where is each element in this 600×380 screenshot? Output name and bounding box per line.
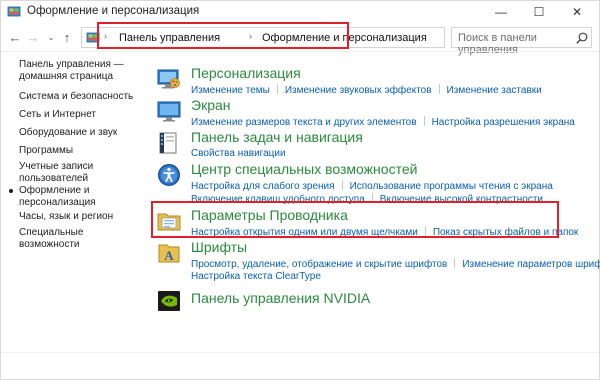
- breadcrumb-separator-icon[interactable]: ›: [408, 31, 411, 41]
- nvidia-control-panel-link[interactable]: Панель управления NVIDIA: [191, 290, 370, 306]
- active-item-bullet-icon: [9, 189, 13, 193]
- group-taskbar: Панель задач и навигация Свойства навига…: [151, 129, 591, 161]
- svg-text:A: A: [164, 248, 174, 263]
- link-separator: [423, 116, 425, 126]
- sidebar-item-label[interactable]: Учетные записи: [19, 161, 141, 173]
- link-separator: [341, 180, 343, 190]
- sidebar-item-clock-region[interactable]: Часы, язык и регион: [19, 211, 141, 223]
- up-button[interactable]: ↑: [59, 29, 75, 45]
- search-placeholder: Поиск в панели управления: [458, 32, 537, 56]
- taskbar-icon: [159, 132, 177, 154]
- low-vision-link[interactable]: Настройка для слабого зрения: [191, 181, 335, 192]
- back-button[interactable]: ←: [7, 29, 23, 45]
- preview-delete-fonts-link[interactable]: Просмотр, удаление, отображение и скрыти…: [191, 259, 447, 270]
- group-ease-of-access: Центр специальных возможностей Настройка…: [151, 161, 591, 205]
- forward-button[interactable]: →: [25, 29, 41, 45]
- search-input[interactable]: Поиск в панели управления: [451, 27, 592, 56]
- sidebar-item-appearance: Оформление и персонализация: [19, 185, 141, 209]
- search-icon[interactable]: [575, 31, 589, 45]
- change-text-size-link[interactable]: Изменение размеров текста и других элеме…: [191, 117, 417, 128]
- personalization-links: Изменение темы Изменение звуковых эффекто…: [191, 84, 542, 96]
- fonts-link[interactable]: Шрифты: [191, 239, 247, 255]
- ease-of-access-links: Настройка для слабого зрения Использовани…: [191, 180, 553, 192]
- personalization-icon: [157, 69, 180, 89]
- sidebar-item-label[interactable]: Панель управления —: [19, 59, 141, 71]
- taskbar-navigation-link[interactable]: Панель задач и навигация: [191, 129, 363, 145]
- personalization-link[interactable]: Персонализация: [191, 65, 301, 81]
- taskbar-links: Свойства навигации: [191, 148, 286, 159]
- display-icon: [157, 101, 181, 122]
- group-personalization: Персонализация Изменение темы Изменение з…: [151, 65, 591, 97]
- window-title: Оформление и персонализация: [27, 5, 200, 17]
- sidebar-item-home[interactable]: Панель управления — домашняя страница: [19, 59, 141, 83]
- display-links: Изменение размеров текста и других элеме…: [191, 116, 575, 128]
- recent-locations-button[interactable]: ⌄: [43, 29, 59, 45]
- link-separator: [454, 258, 456, 268]
- display-link[interactable]: Экран: [191, 97, 231, 113]
- screen-reader-link[interactable]: Использование программы чтения с экрана: [350, 181, 553, 192]
- link-separator: [276, 84, 278, 94]
- maximize-button[interactable]: ☐: [522, 1, 556, 23]
- control-panel-window: Оформление и персонализация — ☐ ✕ ← → ⌄ …: [0, 0, 600, 380]
- fonts-icon: A: [158, 244, 180, 263]
- group-fonts: A Шрифты Просмотр, удаление, отображение…: [151, 239, 600, 283]
- change-screensaver-link[interactable]: Изменение заставки: [447, 85, 542, 96]
- link-separator: [438, 84, 440, 94]
- sidebar-item-programs[interactable]: Программы: [19, 145, 141, 157]
- sidebar-item-network[interactable]: Сеть и Интернет: [19, 109, 141, 121]
- change-font-settings-link[interactable]: Изменение параметров шрифта: [462, 259, 600, 270]
- sidebar-item-label: персонализация: [19, 197, 96, 208]
- minimize-button[interactable]: —: [484, 1, 518, 23]
- change-sound-effects-link[interactable]: Изменение звуковых эффектов: [285, 85, 432, 96]
- sidebar-item-label[interactable]: пользователей: [19, 173, 141, 185]
- control-panel-icon: [7, 6, 21, 17]
- address-highlight-frame: [97, 22, 349, 49]
- explorer-options-highlight-frame: [151, 201, 559, 238]
- sidebar: Панель управления — домашняя страница Си…: [1, 51, 141, 351]
- sidebar-item-system-security[interactable]: Система и безопасность: [19, 91, 141, 103]
- sidebar-item-label: Оформление и: [19, 185, 90, 196]
- bottom-divider: [1, 352, 599, 353]
- ease-of-access-center-link[interactable]: Центр специальных возможностей: [191, 161, 417, 177]
- nvidia-icon: [158, 291, 180, 311]
- cleartype-link[interactable]: Настройка текста ClearType: [191, 271, 321, 282]
- title-bar: Оформление и персонализация — ☐ ✕: [1, 1, 599, 23]
- screen-resolution-link[interactable]: Настройка разрешения экрана: [432, 117, 575, 128]
- navigation-properties-link[interactable]: Свойства навигации: [191, 148, 286, 159]
- fonts-links: Просмотр, удаление, отображение и скрыти…: [191, 258, 600, 270]
- sidebar-item-user-accounts[interactable]: Учетные записи пользователей: [19, 161, 141, 185]
- sidebar-item-label[interactable]: домашняя страница: [19, 71, 141, 83]
- change-theme-link[interactable]: Изменение темы: [191, 85, 270, 96]
- close-button[interactable]: ✕: [560, 1, 594, 23]
- sidebar-item-hardware-sound[interactable]: Оборудование и звук: [19, 127, 141, 139]
- ease-of-access-icon: [158, 164, 180, 186]
- group-nvidia: Панель управления NVIDIA: [151, 287, 591, 313]
- sidebar-item-accessibility[interactable]: Специальные возможности: [19, 227, 141, 251]
- fonts-links-2: Настройка текста ClearType: [191, 271, 321, 282]
- group-display: Экран Изменение размеров текста и других…: [151, 97, 591, 129]
